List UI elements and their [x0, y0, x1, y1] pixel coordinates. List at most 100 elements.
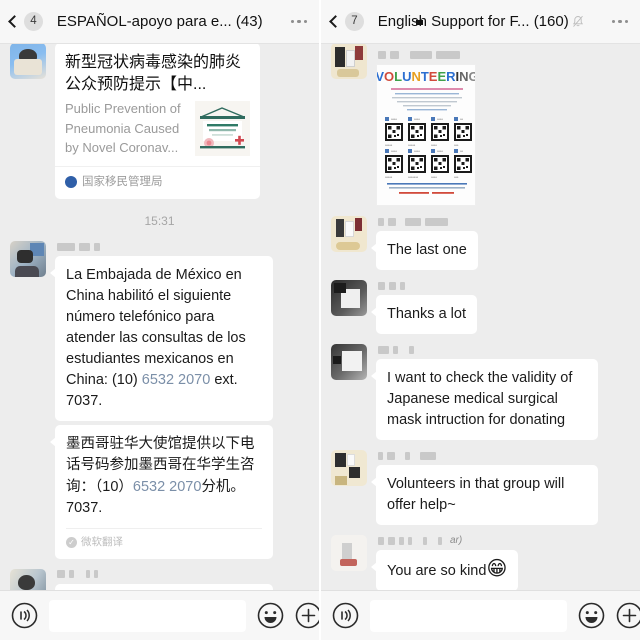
article-body: Public Prevention of Pneumonia Caused by…	[55, 99, 260, 166]
svg-text:aaaa: aaaa	[414, 150, 420, 153]
source-name: 国家移民管理局	[82, 175, 163, 188]
emoji-icon[interactable]	[578, 602, 605, 629]
message-text: Thanks a lot	[387, 306, 466, 323]
phone-number-link[interactable]: 6532 2070	[142, 372, 211, 388]
chevron-left-icon	[329, 15, 342, 28]
message-column: VOLUNTEERING aaaa aaaa aaaa	[376, 44, 628, 206]
voice-input-icon[interactable]	[11, 602, 38, 629]
svg-text:aaaaa: aaaaa	[385, 144, 393, 147]
message-column: The last one	[371, 216, 628, 271]
voice-input-icon[interactable]	[332, 602, 359, 629]
right-input-bar	[321, 590, 640, 640]
right-message-list[interactable]: VOLUNTEERING aaaa aaaa aaaa	[321, 44, 640, 590]
avatar[interactable]	[331, 450, 367, 487]
message-bubble[interactable]: I want to check the validity of Japanese…	[371, 359, 598, 441]
message-text: I want to check the validity of Japanese…	[387, 370, 573, 429]
avatar[interactable]	[331, 535, 367, 572]
message-row: Volunteers in that group will offer help…	[321, 445, 640, 530]
plus-circle-icon[interactable]	[295, 602, 319, 629]
source-logo-icon	[65, 176, 77, 189]
avatar[interactable]	[10, 241, 46, 278]
message-bubble[interactable]: The last one	[371, 231, 478, 271]
sender-name-blurred: ar)	[378, 535, 628, 546]
sender-name-blurred	[378, 450, 628, 461]
svg-text:aaaa: aaaa	[391, 150, 397, 153]
message-input[interactable]	[49, 599, 246, 632]
message-row: Por si tenemos estudiantes mexicanos en …	[0, 564, 319, 590]
svg-text:aaaa: aaaa	[391, 118, 397, 121]
chevron-left-icon	[8, 15, 21, 28]
left-chat-header: 4 ESPAÑOL-apoyo para e... (43)	[0, 0, 319, 44]
message-bubble[interactable]: You are so kind😁	[370, 550, 519, 590]
article-thumbnail-image	[195, 101, 250, 157]
right-chat-header: 7 English Support for F... (160)	[321, 0, 640, 44]
message-row: 墨西哥驻华大使馆提供以下电话号码参加墨西哥在华学生咨询：（10）6532 207…	[0, 423, 319, 563]
right-chat-panel: 7 English Support for F... (160) OLUNTEE…	[321, 0, 640, 640]
message-bubble[interactable]: Por si tenemos estudiantes mexicanos en …	[55, 583, 273, 590]
volunteering-qr-poster[interactable]: VOLUNTEERING aaaa aaaa aaaa	[376, 64, 476, 206]
translator-label: 微软翻译	[81, 535, 123, 548]
avatar[interactable]	[331, 344, 367, 381]
sender-name-blurred	[57, 241, 307, 252]
article-title: 新型冠状病毒感染的肺炎公众预防提示【中...	[65, 54, 242, 93]
bell-muted-icon	[572, 15, 584, 28]
sender-name-blurred	[378, 49, 628, 60]
avatar[interactable]	[331, 44, 367, 79]
message-text: You are so kind	[387, 563, 487, 580]
grinning-emoji: 😁	[486, 558, 508, 581]
message-input[interactable]	[370, 599, 567, 632]
sender-name-blurred	[378, 344, 628, 355]
sender-name-blurred	[378, 216, 628, 227]
avatar[interactable]	[10, 44, 46, 79]
translation-footer: ✓ 微软翻译	[66, 527, 262, 550]
translate-icon: ✓	[66, 536, 77, 548]
more-dot	[290, 19, 294, 24]
svg-text:aaaa: aaaa	[414, 118, 420, 121]
article-card[interactable]: 新型冠状病毒感染的肺炎公众预防提示【中... Public Prevention…	[55, 44, 260, 200]
message-row: I want to check the validity of Japanese…	[321, 339, 640, 445]
left-input-bar	[0, 590, 319, 640]
svg-text:aaaa: aaaa	[437, 118, 443, 121]
left-message-list[interactable]: 新型冠状病毒感染的肺炎公众预防提示【中... Public Prevention…	[0, 44, 319, 590]
sender-name-visible-fragment: ar)	[450, 535, 463, 547]
message-row: ar) You are so kind😁	[321, 530, 640, 590]
svg-text:aaa: aaa	[454, 176, 459, 179]
time-separator: 15:31	[144, 214, 175, 229]
more-dot	[611, 19, 615, 24]
message-row: VOLUNTEERING aaaa aaaa aaaa	[321, 44, 640, 211]
message-text-before: La Embajada de México en China habilitó …	[66, 267, 246, 389]
message-column: Thanks a lot	[371, 280, 628, 335]
more-options-button[interactable]	[610, 14, 631, 30]
svg-text:aaaa: aaaa	[431, 144, 437, 147]
svg-text:aaaa: aaaa	[437, 150, 443, 153]
message-column: 新型冠状病毒感染的肺炎公众预防提示【中... Public Prevention…	[55, 44, 307, 200]
more-dot	[303, 19, 307, 24]
message-column: I want to check the validity of Japanese…	[371, 344, 628, 441]
message-row: La Embajada de México en China habilitó …	[0, 236, 319, 423]
message-row: Thanks a lot	[321, 275, 640, 339]
message-column: Volunteers in that group will offer help…	[371, 450, 628, 526]
sender-name-blurred	[57, 569, 307, 580]
emoji-icon[interactable]	[257, 602, 284, 629]
avatar[interactable]	[331, 280, 367, 317]
message-text: The last one	[387, 242, 467, 258]
thumbnail-graphic	[195, 101, 250, 157]
left-chat-panel: 4 ESPAÑOL-apoyo para e... (43) 新型冠状病毒感染的…	[0, 0, 319, 640]
avatar[interactable]	[331, 216, 367, 252]
message-bubble[interactable]: Thanks a lot	[371, 295, 477, 335]
text-cursor-marker	[416, 20, 423, 25]
message-column: ar) You are so kind😁	[370, 535, 628, 590]
plus-circle-icon[interactable]	[616, 602, 640, 629]
message-bubble[interactable]: Volunteers in that group will offer help…	[371, 465, 598, 526]
message-column: La Embajada de México en China habilitó …	[50, 241, 307, 422]
message-column: 墨西哥驻华大使馆提供以下电话号码参加墨西哥在华学生咨询：（10）6532 207…	[50, 425, 307, 559]
translated-message-bubble[interactable]: 墨西哥驻华大使馆提供以下电话号码参加墨西哥在华学生咨询：（10）6532 207…	[50, 425, 273, 559]
sender-name-blurred	[378, 280, 628, 291]
more-options-button[interactable]	[289, 14, 310, 30]
chat-title: ESPAÑOL-apoyo para e... (43)	[56, 13, 263, 30]
avatar[interactable]	[10, 568, 46, 590]
message-bubble[interactable]: La Embajada de México en China habilitó …	[50, 256, 273, 422]
message-column: Por si tenemos estudiantes mexicanos en …	[55, 569, 307, 590]
svg-text:VOLUNTEERING: VOLUNTEERING	[377, 69, 476, 84]
phone-number-link[interactable]: 6532 2070	[133, 479, 202, 495]
